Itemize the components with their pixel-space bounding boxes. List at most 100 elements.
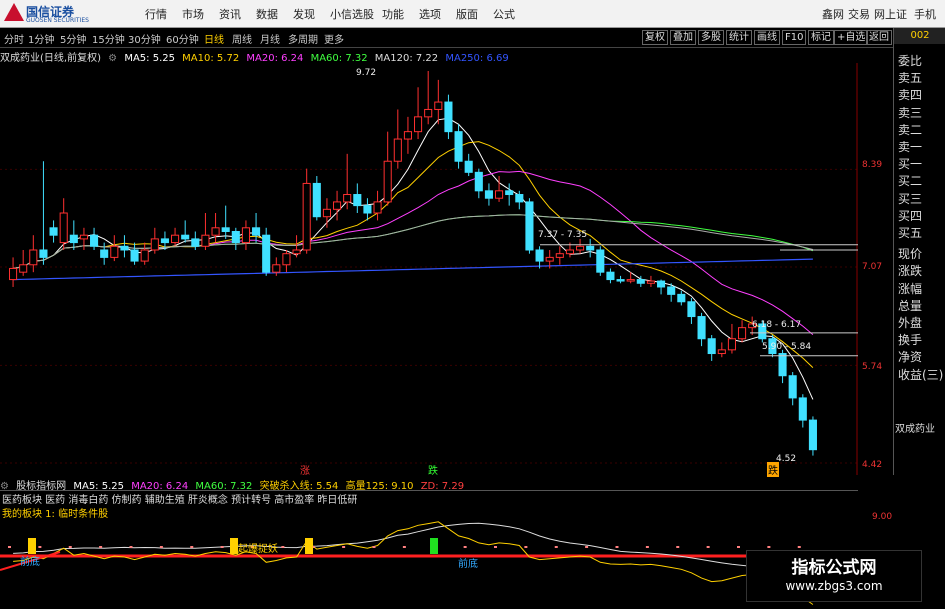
- menu-item-4[interactable]: 发现: [293, 6, 315, 22]
- period-tab-9[interactable]: 多周期: [288, 31, 318, 46]
- candle-body: [717, 349, 726, 355]
- menu-right-item-0[interactable]: 鑫网: [822, 6, 844, 22]
- range2-annotation: 6.18 - 6.17: [752, 320, 802, 330]
- lower-indicator-chart[interactable]: [0, 490, 858, 609]
- candle-body: [515, 194, 524, 203]
- low-annotation: 4.52: [776, 454, 797, 464]
- period-tab-4[interactable]: 30分钟: [128, 31, 161, 46]
- toolbar-button-2[interactable]: 多股: [698, 30, 724, 45]
- toolbar-button-5[interactable]: F10: [782, 30, 807, 45]
- signal-dot: [737, 546, 740, 548]
- candle-body: [140, 249, 149, 262]
- lower-indicator-bar: ⚙ 股标指标网 MA5: 5.25 MA20: 6.24 MA60: 7.32 …: [0, 477, 860, 492]
- toolbar-button-6[interactable]: 标记: [808, 30, 834, 45]
- side-field-7: 买二: [898, 174, 923, 189]
- signal-dot: [190, 546, 194, 548]
- candle-body: [464, 160, 473, 173]
- toolbar-button-0[interactable]: 复权: [642, 30, 668, 45]
- down-marker: 跌: [428, 466, 438, 477]
- toolbar-button-8[interactable]: 返回: [866, 30, 892, 45]
- signal-dot: [463, 546, 467, 548]
- period-tab-7[interactable]: 周线: [232, 31, 252, 46]
- candle-body: [292, 249, 301, 255]
- quote-side-panel: 002 委比 卖五 卖四 卖三 卖二 卖一 买一 买二 买三 买四 买五 现价 涨跌 涨幅 总量 外盘 换手 净资…: [893, 28, 945, 475]
- candle-body: [798, 397, 807, 421]
- candle-body: [576, 245, 585, 251]
- candle-body: [545, 256, 554, 262]
- period-tab-1[interactable]: 1分钟: [28, 31, 54, 46]
- stock-code-tab[interactable]: 002: [894, 28, 945, 44]
- toolbar-button-1[interactable]: 叠加: [670, 30, 696, 45]
- period-tab-3[interactable]: 15分钟: [92, 31, 125, 46]
- signal-dot: [220, 546, 224, 548]
- menu-right-item-2[interactable]: 网上证: [874, 6, 907, 22]
- candle-body: [565, 249, 574, 255]
- candle-body: [424, 108, 433, 118]
- menu-item-9[interactable]: 公式: [493, 6, 515, 22]
- price-tick-3: 5.74: [862, 362, 883, 372]
- candle-body: [90, 234, 99, 247]
- broker-logo[interactable]: 国信证券 GUOSEN SECURITIES: [4, 3, 114, 25]
- signal-bar: [230, 538, 238, 554]
- menu-item-0[interactable]: 行情: [145, 6, 167, 22]
- menu-item-2[interactable]: 资讯: [219, 6, 241, 22]
- candle-body: [171, 234, 180, 244]
- candle-body: [363, 205, 372, 214]
- toolbar-button-7[interactable]: +自选: [834, 30, 869, 45]
- watermark-url: www.zbgs3.com: [785, 579, 883, 593]
- menu-item-3[interactable]: 数据: [256, 6, 278, 22]
- candle-body: [221, 227, 230, 232]
- menu-item-6[interactable]: 功能: [382, 6, 404, 22]
- toolbar-button-3[interactable]: 统计: [726, 30, 752, 45]
- price-tick-4: 4.42: [862, 460, 883, 470]
- candle-body: [667, 286, 676, 295]
- candle-body: [322, 208, 331, 218]
- menu-item-8[interactable]: 版面: [456, 6, 478, 22]
- candle-body: [9, 267, 18, 281]
- signal-dot: [281, 546, 285, 548]
- candle-body: [79, 234, 88, 240]
- period-tab-8[interactable]: 月线: [260, 31, 280, 46]
- candle-body: [100, 249, 109, 258]
- signal-dot: [676, 546, 680, 548]
- high-annotation: 9.72: [356, 68, 377, 78]
- period-tab-0[interactable]: 分时: [4, 31, 24, 46]
- candle-body: [535, 249, 544, 262]
- bottom-label-right: 前底: [458, 559, 478, 570]
- candle-body: [353, 194, 362, 207]
- menu-right-item-3[interactable]: 手机: [914, 6, 936, 22]
- candle-body: [211, 227, 220, 236]
- candlestick-chart[interactable]: [0, 63, 858, 475]
- candle-body: [393, 138, 402, 162]
- menu-right-item-1[interactable]: 交易: [848, 6, 870, 22]
- menu-item-1[interactable]: 市场: [182, 6, 204, 22]
- lower-price-line: [13, 521, 814, 605]
- menu-item-5[interactable]: 小信选股: [330, 6, 374, 22]
- toolbar-button-4[interactable]: 画线: [754, 30, 780, 45]
- watermark-title: 指标公式网: [791, 558, 877, 578]
- side-field-13: 涨幅: [898, 281, 923, 296]
- concept-line: 医药板块 医药 消毒白药 仿制药 辅助生殖 肝炎概念 预计转号 高市盈率 昨日低…: [2, 495, 358, 506]
- side-field-11: 现价: [898, 247, 923, 262]
- bottom-label-left: 前底: [20, 557, 40, 568]
- signal-bar: [28, 538, 36, 554]
- candle-body: [646, 280, 655, 284]
- signal-dot: [585, 546, 589, 548]
- period-tab-2[interactable]: 5分钟: [60, 31, 86, 46]
- signal-dot: [615, 546, 619, 548]
- candle-body: [69, 234, 78, 244]
- signal-dot: [38, 546, 42, 548]
- signal-dot: [159, 546, 163, 548]
- candle-body: [120, 245, 129, 251]
- candle-body: [525, 201, 534, 251]
- signal-dot: [797, 546, 801, 548]
- candle-body: [241, 227, 250, 244]
- period-tab-10[interactable]: 更多: [324, 31, 344, 46]
- side-field-3: 卖三: [898, 105, 923, 120]
- candle-body: [484, 190, 493, 199]
- signal-dot: [706, 546, 710, 548]
- period-tab-6[interactable]: 日线: [204, 31, 224, 46]
- menu-item-7[interactable]: 选项: [419, 6, 441, 22]
- period-tab-5[interactable]: 60分钟: [166, 31, 199, 46]
- signal-dot: [8, 546, 11, 548]
